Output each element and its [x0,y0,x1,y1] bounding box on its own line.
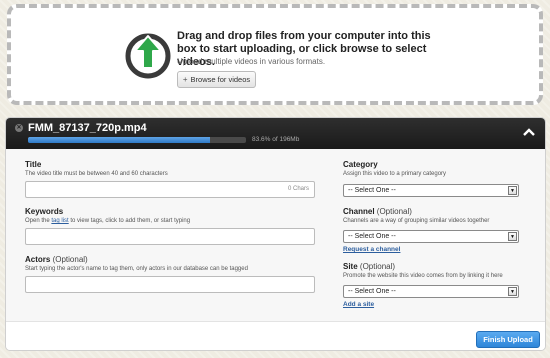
site-selected: -- Select One -- [348,288,396,295]
site-field-label: Site (Optional) [343,262,396,271]
tag-list-link[interactable]: tag list [51,218,68,224]
dropdown-arrow-icon: ▼ [508,287,517,296]
finish-upload-button[interactable]: Finish Upload [476,331,540,348]
channel-select[interactable]: -- Select One -- ▼ [343,230,519,243]
keywords-input[interactable] [25,228,315,245]
title-char-count: 0 Chars [287,186,309,192]
category-select[interactable]: -- Select One -- ▼ [343,184,519,197]
browse-videos-button[interactable]: + Browse for videos [177,71,256,88]
actors-input[interactable] [25,276,315,293]
upload-progress-bar [28,137,246,143]
file-drop-zone[interactable]: Drag and drop files from your computer i… [7,4,543,105]
chevron-up-icon[interactable] [523,127,535,137]
title-input[interactable]: 0 Chars [25,181,315,198]
actors-field-help: Start typing the actor's name to tag the… [25,266,248,272]
title-field-help: The video title must be between 40 and 6… [25,171,168,177]
dropzone-subtitle: Upload multiple videos in various format… [177,57,326,66]
browse-videos-label: Browse for videos [190,75,251,84]
upload-item-header: ✕ FMM_87137_720p.mp4 83.6% of 196Mb [6,118,545,149]
site-field-help: Promote the website this video comes fro… [343,273,503,279]
channel-field-label: Channel (Optional) [343,207,412,216]
upload-progress-fill [28,137,211,143]
title-field-label: Title [25,160,42,169]
uploaded-file-name: FMM_87137_720p.mp4 [28,122,147,134]
dropdown-arrow-icon: ▼ [508,186,517,195]
category-field-help: Assign this video to a primary category [343,171,447,177]
category-selected: -- Select One -- [348,187,396,194]
add-site-link[interactable]: Add a site [343,301,374,308]
keywords-field-help: Open the tag list to view tags, click to… [25,218,191,224]
category-field-label: Category [343,160,378,169]
keywords-field-label: Keywords [25,207,64,216]
channel-field-help: Channels are a way of grouping similar v… [343,218,490,224]
request-channel-link[interactable]: Request a channel [343,246,400,253]
upload-item-footer: Finish Upload [6,321,545,350]
video-details-form: Title The video title must be between 40… [6,149,545,321]
plus-icon: + [182,75,188,84]
channel-selected: -- Select One -- [348,233,396,240]
dropdown-arrow-icon: ▼ [508,232,517,241]
site-select[interactable]: -- Select One -- ▼ [343,285,519,298]
upload-progress-text: 83.6% of 196Mb [252,136,300,143]
remove-upload-icon[interactable]: ✕ [15,124,23,132]
upload-arrow-icon [125,33,171,79]
actors-field-label: Actors (Optional) [25,255,88,264]
upload-item-panel: ✕ FMM_87137_720p.mp4 83.6% of 196Mb Titl… [5,117,546,351]
